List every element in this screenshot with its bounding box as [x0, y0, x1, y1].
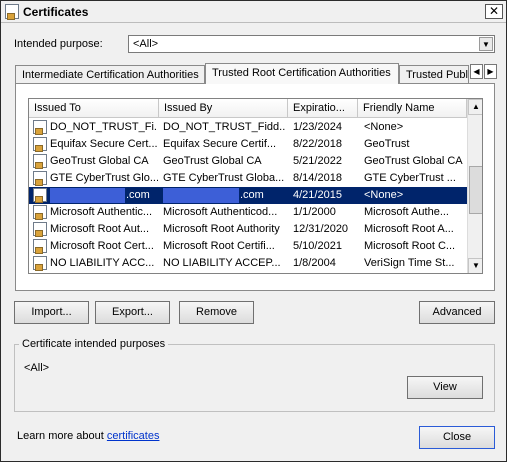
certificate-icon	[33, 137, 47, 152]
table-row[interactable]: DO_NOT_TRUST_Fi... DO_NOT_TRUST_Fidd... …	[29, 119, 467, 136]
close-button[interactable]: Close	[419, 426, 495, 449]
table-row[interactable]: NO LIABILITY ACC... NO LIABILITY ACCEP..…	[29, 255, 467, 272]
issued-to-cell: DO_NOT_TRUST_Fi...	[50, 121, 158, 133]
expiration-cell: 12/31/2020	[293, 223, 349, 235]
issued-by-cell: Microsoft Root Certifi...	[163, 240, 275, 252]
issued-to-cell: Equifax Secure Cert...	[50, 138, 158, 150]
list-header: Issued To Issued By Expiratio... Friendl…	[29, 99, 467, 118]
remove-button[interactable]: Remove	[179, 301, 254, 324]
issued-by-cell: .com	[240, 189, 264, 201]
table-row[interactable]: Microsoft Authentic... Microsoft Authent…	[29, 204, 467, 221]
certificate-icon	[33, 239, 47, 254]
certificates-dialog: Certificates ✕ Intended purpose: <All> ▼…	[0, 0, 507, 462]
friendly-name-cell: GeoTrust	[364, 138, 410, 150]
friendly-name-cell: Microsoft Authe...	[364, 206, 449, 218]
certificate-icon	[33, 154, 47, 169]
issued-to-cell: GeoTrust Global CA	[50, 155, 149, 167]
expiration-cell: 8/14/2018	[293, 172, 342, 184]
table-row[interactable]: Equifax Secure Cert... Equifax Secure Ce…	[29, 136, 467, 153]
table-row[interactable]: GeoTrust Global CA GeoTrust Global CA 5/…	[29, 153, 467, 170]
certificate-list[interactable]: Issued To Issued By Expiratio... Friendl…	[28, 98, 483, 274]
issued-by-cell: GTE CyberTrust Globa...	[163, 172, 285, 184]
column-friendly-name[interactable]: Friendly Name	[358, 99, 467, 118]
table-row[interactable]: Microsoft Root Cert... Microsoft Root Ce…	[29, 238, 467, 255]
scroll-thumb[interactable]	[469, 166, 482, 214]
friendly-name-cell: Microsoft Root C...	[364, 240, 456, 252]
expiration-cell: 4/21/2015	[293, 189, 342, 201]
tab-panel: Issued To Issued By Expiratio... Friendl…	[15, 83, 495, 291]
intended-purposes-value: <All>	[24, 362, 50, 374]
certificate-icon	[33, 120, 47, 135]
certificate-icon	[33, 171, 47, 186]
issued-by-cell: GeoTrust Global CA	[163, 155, 262, 167]
import-button[interactable]: Import...	[14, 301, 89, 324]
issued-to-cell: Microsoft Root Aut...	[50, 223, 150, 235]
redacted-block	[50, 188, 125, 203]
close-window-button[interactable]: ✕	[485, 4, 503, 19]
store-tabs: Intermediate Certification Authorities T…	[15, 63, 497, 84]
tab-scroll-right-button[interactable]: ▶	[484, 64, 497, 79]
table-row-selected[interactable]: .com .com 4/21/2015 <None>	[29, 187, 467, 204]
column-issued-to[interactable]: Issued To	[29, 99, 159, 118]
certificate-icon	[33, 256, 47, 271]
issued-by-cell: Equifax Secure Certif...	[163, 138, 277, 150]
certificate-icon	[5, 4, 19, 20]
friendly-name-cell: GeoTrust Global CA	[364, 155, 463, 167]
view-button[interactable]: View	[407, 376, 483, 399]
advanced-button[interactable]: Advanced	[419, 301, 495, 324]
window-title: Certificates	[23, 5, 89, 19]
tab-scroll-left-button[interactable]: ◀	[470, 64, 483, 79]
expiration-cell: 1/1/2000	[293, 206, 336, 218]
intended-purpose-label: Intended purpose:	[14, 38, 103, 50]
issued-by-cell: NO LIABILITY ACCEP...	[163, 257, 281, 269]
issued-by-cell: DO_NOT_TRUST_Fidd...	[163, 121, 285, 133]
expiration-cell: 1/8/2004	[293, 257, 336, 269]
certificate-icon	[33, 188, 47, 203]
friendly-name-cell: Microsoft Root A...	[364, 223, 454, 235]
issued-by-cell: Microsoft Root Authority	[163, 223, 280, 235]
scroll-down-button[interactable]: ▼	[468, 258, 482, 273]
expiration-cell: 8/22/2018	[293, 138, 342, 150]
issued-to-cell: NO LIABILITY ACC...	[50, 257, 155, 269]
expiration-cell: 1/23/2024	[293, 121, 342, 133]
certificate-icon	[33, 222, 47, 237]
tab-trusted-publishers[interactable]: Trusted Publ	[399, 65, 469, 84]
learn-more-text: Learn more about certificates	[17, 430, 159, 442]
scroll-up-button[interactable]: ▲	[468, 99, 482, 115]
tab-trusted-root-ca[interactable]: Trusted Root Certification Authorities	[205, 63, 399, 84]
intended-purpose-dropdown[interactable]: <All> ▼	[128, 35, 495, 53]
friendly-name-cell: VeriSign Time St...	[364, 257, 455, 269]
friendly-name-cell: GTE CyberTrust ...	[364, 172, 456, 184]
expiration-cell: 5/21/2022	[293, 155, 342, 167]
issued-to-cell: Microsoft Root Cert...	[50, 240, 154, 252]
chevron-down-icon[interactable]: ▼	[479, 37, 493, 51]
expiration-cell: 5/10/2021	[293, 240, 342, 252]
learn-more-prefix: Learn more about	[17, 430, 107, 442]
intended-purpose-value: <All>	[133, 38, 159, 50]
certificates-link[interactable]: certificates	[107, 430, 160, 442]
list-scrollbar[interactable]: ▲ ▼	[467, 99, 482, 273]
table-row[interactable]: Microsoft Root Aut... Microsoft Root Aut…	[29, 221, 467, 238]
friendly-name-cell: <None>	[364, 121, 404, 133]
issued-to-cell: .com	[126, 189, 150, 201]
friendly-name-cell: <None>	[364, 189, 404, 201]
certificate-icon	[33, 205, 47, 220]
export-button[interactable]: Export...	[95, 301, 170, 324]
issued-by-cell: Microsoft Authenticod...	[163, 206, 278, 218]
table-row[interactable]: GTE CyberTrust Glo... GTE CyberTrust Glo…	[29, 170, 467, 187]
column-expiration[interactable]: Expiratio...	[288, 99, 358, 118]
title-bar: Certificates ✕	[1, 1, 506, 23]
tab-intermediate-ca[interactable]: Intermediate Certification Authorities	[15, 65, 205, 84]
issued-to-cell: GTE CyberTrust Glo...	[50, 172, 158, 184]
issued-to-cell: Microsoft Authentic...	[50, 206, 153, 218]
intended-purposes-label: Certificate intended purposes	[19, 338, 169, 350]
redacted-block	[163, 188, 239, 203]
column-issued-by[interactable]: Issued By	[159, 99, 288, 118]
